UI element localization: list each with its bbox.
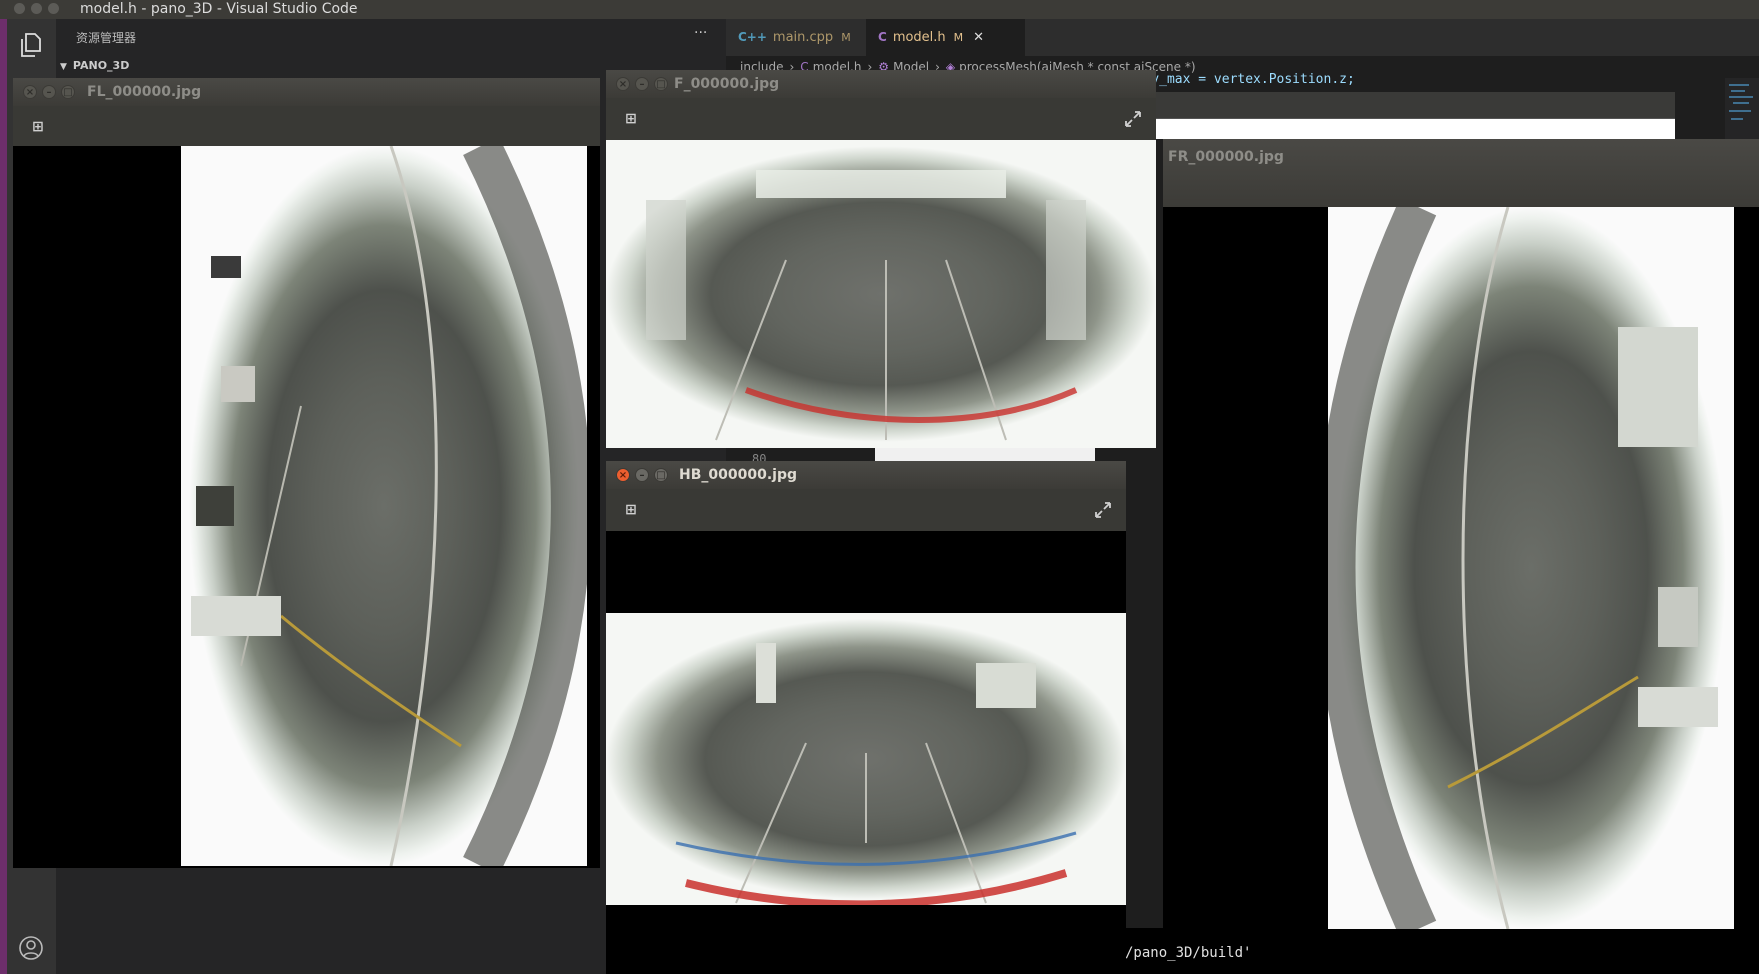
close-button[interactable]: × [23, 85, 37, 99]
window-controls [14, 3, 59, 14]
desktop-edge [0, 19, 7, 974]
maximize-button[interactable]: □ [654, 77, 668, 91]
image-window-hb[interactable]: × – □ HB_000000.jpg ⊞ [606, 461, 1126, 974]
minimize-button[interactable]: – [42, 85, 56, 99]
close-button[interactable]: × [616, 77, 630, 91]
modified-badge: M [841, 31, 851, 44]
maximize-button[interactable]: □ [654, 468, 668, 482]
tab-main-cpp[interactable]: C++ main.cpp M [726, 19, 880, 56]
minimap-line [1733, 102, 1749, 104]
minimap-line [1729, 110, 1751, 112]
add-icon[interactable]: ⊞ [620, 499, 642, 521]
window-title: HB_000000.jpg [679, 467, 797, 483]
minimize-button[interactable]: – [635, 77, 649, 91]
minimap[interactable] [1725, 78, 1759, 148]
window-toolbar: ⊞ [606, 489, 1126, 531]
image-window-fl[interactable]: × – □ FL_000000.jpg ⊞ [13, 78, 600, 868]
window-title: model.h - pano_3D - Visual Studio Code [80, 1, 358, 17]
image-window-fr[interactable]: FR_000000.jpg [1163, 139, 1759, 929]
tab-label: model.h [892, 30, 946, 45]
editor-tabs: C++ main.cpp M Cmodel.h M ✕ [726, 19, 1759, 56]
fisheye-image-hb [606, 613, 1126, 905]
window-controls: × – □ [23, 85, 75, 99]
image-canvas[interactable] [606, 140, 1156, 448]
minimap-line [1729, 84, 1749, 86]
image-canvas[interactable] [1163, 207, 1759, 929]
fisheye-image-f [606, 140, 1156, 448]
maximize-button[interactable]: □ [61, 85, 75, 99]
fisheye-image-fr [1328, 207, 1734, 929]
window-controls: × – □ [616, 468, 668, 482]
chevron-down-icon: ▼ [60, 62, 67, 72]
maximize-window-button[interactable] [48, 3, 59, 14]
minimize-button[interactable]: – [635, 468, 649, 482]
minimap-line [1731, 118, 1743, 120]
background-highlight [875, 447, 1095, 461]
expand-icon[interactable] [1122, 108, 1144, 130]
window-toolbar: ⊞ [606, 98, 1156, 140]
explorer-title: 资源管理器 [76, 31, 137, 45]
window-titlebar[interactable]: × – □ HB_000000.jpg [606, 461, 1126, 489]
add-icon[interactable]: ⊞ [27, 116, 49, 138]
terminal-output: /pano_3D/build' [1125, 945, 1252, 961]
image-window-f[interactable]: × – □ F_000000.jpg ⊞ [606, 70, 1156, 448]
close-button[interactable]: × [616, 468, 630, 482]
image-canvas[interactable] [606, 531, 1126, 974]
close-icon[interactable]: ✕ [973, 30, 984, 45]
image-content [191, 146, 587, 866]
window-titlebar[interactable]: × – □ FL_000000.jpg [13, 78, 600, 106]
image-content [646, 170, 1086, 441]
window-title: FL_000000.jpg [87, 84, 202, 100]
modified-badge: M [953, 31, 964, 44]
image-content [675, 643, 1077, 905]
add-icon[interactable]: ⊞ [620, 108, 642, 130]
image-content [1328, 207, 1718, 929]
close-window-button[interactable] [14, 3, 25, 14]
minimap-line [1729, 96, 1753, 98]
tab-model-h[interactable]: Cmodel.h M ✕ [866, 19, 1025, 56]
window-controls: × – □ [616, 77, 668, 91]
minimap-line [1731, 90, 1745, 92]
folder-label: PANO_3D [72, 59, 130, 72]
minimize-window-button[interactable] [31, 3, 42, 14]
window-title: F_000000.jpg [674, 76, 780, 92]
cpp-file-icon: C++ [738, 30, 767, 44]
folder-pano-3d[interactable]: ▼ PANO_3D [60, 59, 129, 72]
window-titlebar[interactable]: × – □ F_000000.jpg [606, 70, 1156, 98]
window-title: FR_000000.jpg [1168, 149, 1284, 165]
image-canvas[interactable] [13, 146, 600, 866]
c-file-icon: C [878, 30, 887, 44]
account-icon[interactable] [18, 935, 44, 961]
tab-label: main.cpp [772, 30, 834, 45]
window-toolbar: ⊞ [13, 106, 600, 146]
more-actions-icon[interactable]: ··· [694, 25, 707, 41]
explorer-icon[interactable] [18, 31, 44, 59]
fisheye-image-fl [181, 146, 587, 866]
vscode-titlebar: model.h - pano_3D - Visual Studio Code [0, 0, 1759, 19]
window-titlebar[interactable]: FR_000000.jpg [1163, 139, 1759, 207]
expand-icon[interactable] [1092, 499, 1114, 521]
